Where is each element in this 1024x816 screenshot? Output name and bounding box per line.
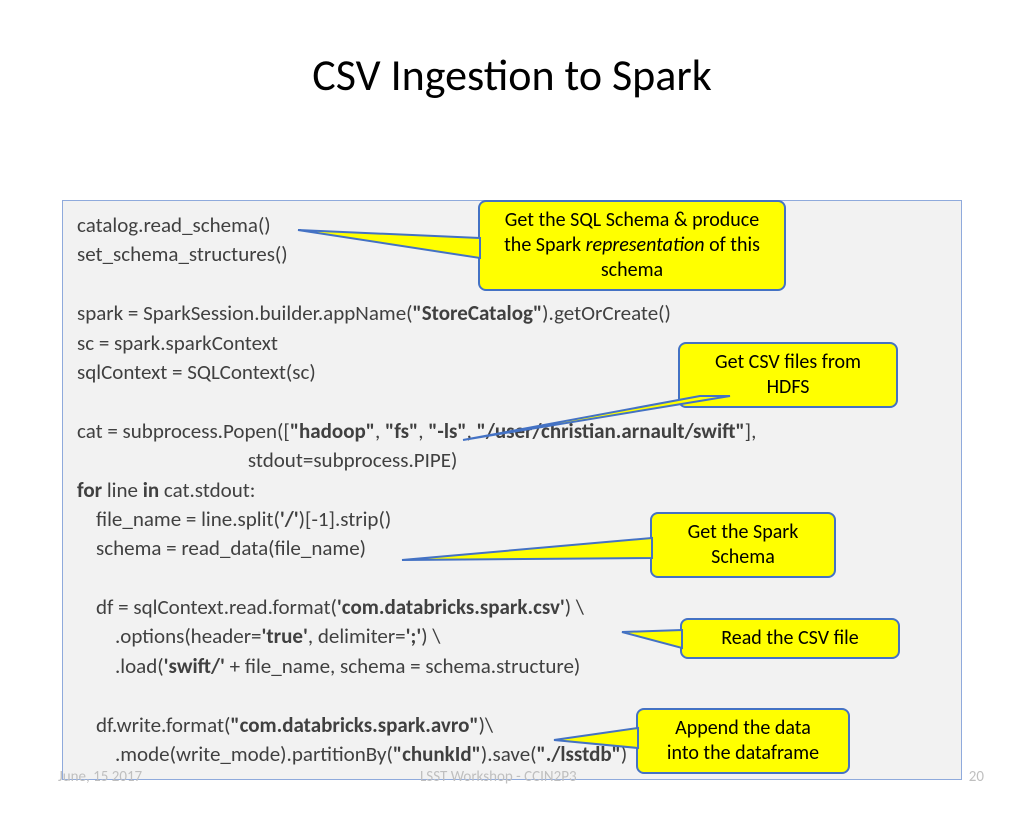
code-keyword: for	[77, 477, 102, 503]
code-keyword: in	[143, 477, 159, 503]
code-line: catalog.read_schema()	[77, 212, 271, 238]
code-bold: "StoreCatalog"	[413, 300, 543, 326]
code-line: cat = subprocess.Popen([	[77, 418, 290, 444]
callout-spark-schema: Get the Spark Schema	[650, 512, 836, 578]
footer-event: LSST Workshop - CCIN2P3	[420, 768, 577, 786]
code-line: sc = spark.sparkContext	[77, 330, 278, 356]
slide-title: CSV Ingestion to Spark	[0, 48, 1024, 102]
callout-read-csv: Read the CSV file	[680, 618, 900, 659]
slide-number: 20	[969, 768, 984, 786]
code-line: sqlContext = SQLContext(sc)	[77, 359, 316, 385]
callout-csv-hdfs: Get CSV files from HDFS	[678, 342, 898, 408]
code-line: schema = read_data(file_name)	[77, 535, 366, 561]
callout-sql-schema: Get the SQL Schema & produce the Spark r…	[478, 200, 786, 291]
code-line: stdout=subprocess.PIPE)	[77, 447, 457, 473]
footer-date: June, 15 2017	[58, 768, 142, 786]
callout-append-data: Append the data into the dataframe	[636, 708, 850, 774]
code-line: set_schema_structures()	[77, 241, 288, 267]
code-line: spark = SparkSession.builder.appName(	[77, 300, 413, 326]
code-line: ).getOrCreate()	[542, 300, 671, 326]
code-bold: "hadoop"	[290, 418, 375, 444]
